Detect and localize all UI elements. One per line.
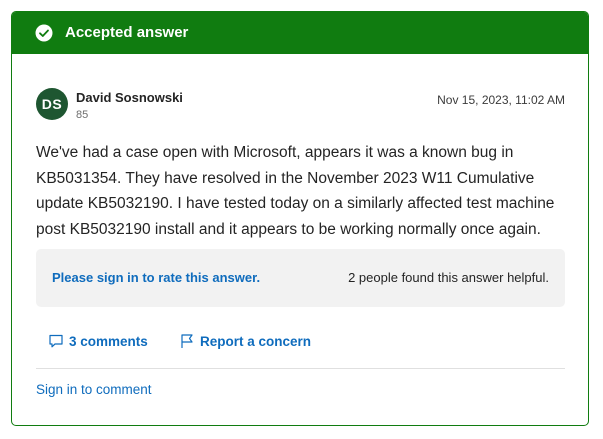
report-concern-label: Report a concern: [200, 333, 312, 349]
accepted-answer-banner: Accepted answer: [12, 12, 588, 54]
check-circle-icon: [35, 24, 53, 42]
banner-title: Accepted answer: [65, 24, 189, 41]
answer-body: We've had a case open with Microsoft, ap…: [36, 144, 555, 238]
helpful-count-text: 2 people found this answer helpful.: [348, 270, 549, 285]
author-reputation: 85: [76, 109, 89, 121]
comments-button[interactable]: 3 comments: [48, 333, 148, 349]
author-name[interactable]: David Sosnowski: [76, 90, 183, 105]
answer-timestamp: Nov 15, 2023, 11:02 AM: [437, 93, 565, 107]
rating-box: Please sign in to rate this answer. 2 pe…: [36, 249, 565, 307]
report-concern-button[interactable]: Report a concern: [179, 333, 311, 349]
avatar[interactable]: DS: [36, 88, 68, 120]
sign-in-to-rate-link[interactable]: Please sign in to rate this answer.: [52, 270, 260, 285]
divider: [36, 368, 565, 369]
sign-in-to-comment-link[interactable]: Sign in to comment: [36, 382, 152, 397]
accepted-answer-card: Accepted answer DS David Sosnowski 85 No…: [11, 11, 589, 426]
comment-icon: [49, 334, 63, 348]
flag-icon: [181, 334, 193, 348]
comments-label: 3 comments: [69, 333, 148, 349]
